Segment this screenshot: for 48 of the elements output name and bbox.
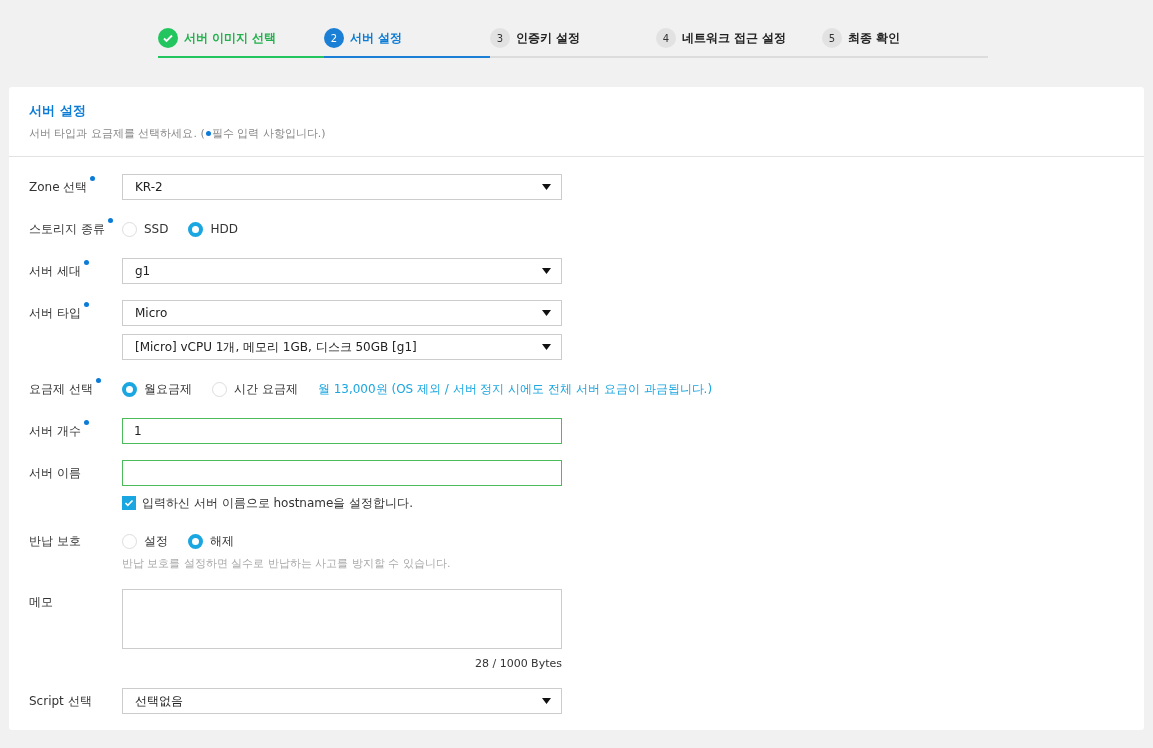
subtitle-text: 서버 타입과 요금제를 선택하세요. ( [29, 125, 205, 142]
caret-icon [542, 184, 551, 190]
step-label[interactable]: 네트워크 접근 설정 [682, 29, 787, 47]
step-label[interactable]: 최종 확인 [848, 29, 901, 47]
radio-option[interactable]: 설정 [122, 532, 168, 550]
step-number: 2 [324, 28, 344, 48]
radio-icon[interactable] [188, 221, 204, 237]
radio-icon[interactable] [188, 533, 203, 549]
select-dropdown[interactable]: g1 [122, 258, 562, 284]
byte-counter: 28 / 1000 Bytes [474, 655, 562, 672]
select-dropdown[interactable]: [Micro] vCPU 1개, 메모리 1GB, 디스크 50GB [g1] [122, 334, 562, 360]
select-dropdown[interactable]: 선택없음 [122, 688, 562, 714]
radio-option[interactable]: 시간 요금제 [212, 380, 298, 398]
caret-icon [542, 344, 551, 350]
field-label: Script 선택 [29, 693, 92, 710]
card-title: 서버 설정 [29, 102, 87, 120]
memo-textarea[interactable] [122, 588, 562, 649]
field-label: Zone 선택 [29, 179, 88, 196]
hostname-checkbox[interactable]: 입력하신 서버 이름으로 hostname을 설정합니다. [122, 494, 562, 512]
radio-option[interactable]: 월요금제 [122, 380, 192, 398]
caret-icon [542, 698, 551, 704]
field-label: 스토리지 종류 [29, 221, 105, 238]
field-label: 서버 개수 [29, 423, 81, 440]
caret-icon [542, 268, 551, 274]
select-dropdown[interactable]: KR-2 [122, 174, 562, 200]
price-note: 월 13,000원 (OS 제외 / 서버 정지 시에도 전체 서버 요금이 과금됩니다.) [317, 381, 713, 398]
field-label: 서버 타입 [29, 305, 81, 322]
field-label: 서버 이름 [29, 465, 81, 482]
radio-option[interactable]: SSD [122, 220, 169, 238]
text-input[interactable]: 1 [122, 418, 562, 444]
select-dropdown[interactable]: Micro [122, 300, 562, 326]
checkbox-icon[interactable] [122, 496, 136, 510]
radio-option[interactable]: 해제 [188, 532, 234, 550]
step-label[interactable]: 인증키 설정 [516, 29, 581, 47]
field-label: 요금제 선택 [29, 381, 93, 398]
radio-icon[interactable] [122, 381, 137, 397]
field-label: 반납 보호 [29, 533, 81, 550]
text-input[interactable] [122, 460, 562, 486]
subtitle-text: 필수 입력 사항입니다.) [211, 125, 326, 142]
step-number: 4 [656, 28, 676, 48]
radio-option[interactable]: HDD [188, 220, 238, 238]
field-label: 메모 [29, 593, 53, 611]
step-label[interactable]: 서버 설정 [350, 29, 403, 47]
caret-icon [542, 310, 551, 316]
step-number: 3 [490, 28, 510, 48]
help-text: 반납 보호를 설정하면 실수로 반납하는 사고를 방지할 수 있습니다. [122, 556, 451, 572]
field-label: 서버 세대 [29, 263, 81, 280]
step-number: 5 [822, 28, 842, 48]
